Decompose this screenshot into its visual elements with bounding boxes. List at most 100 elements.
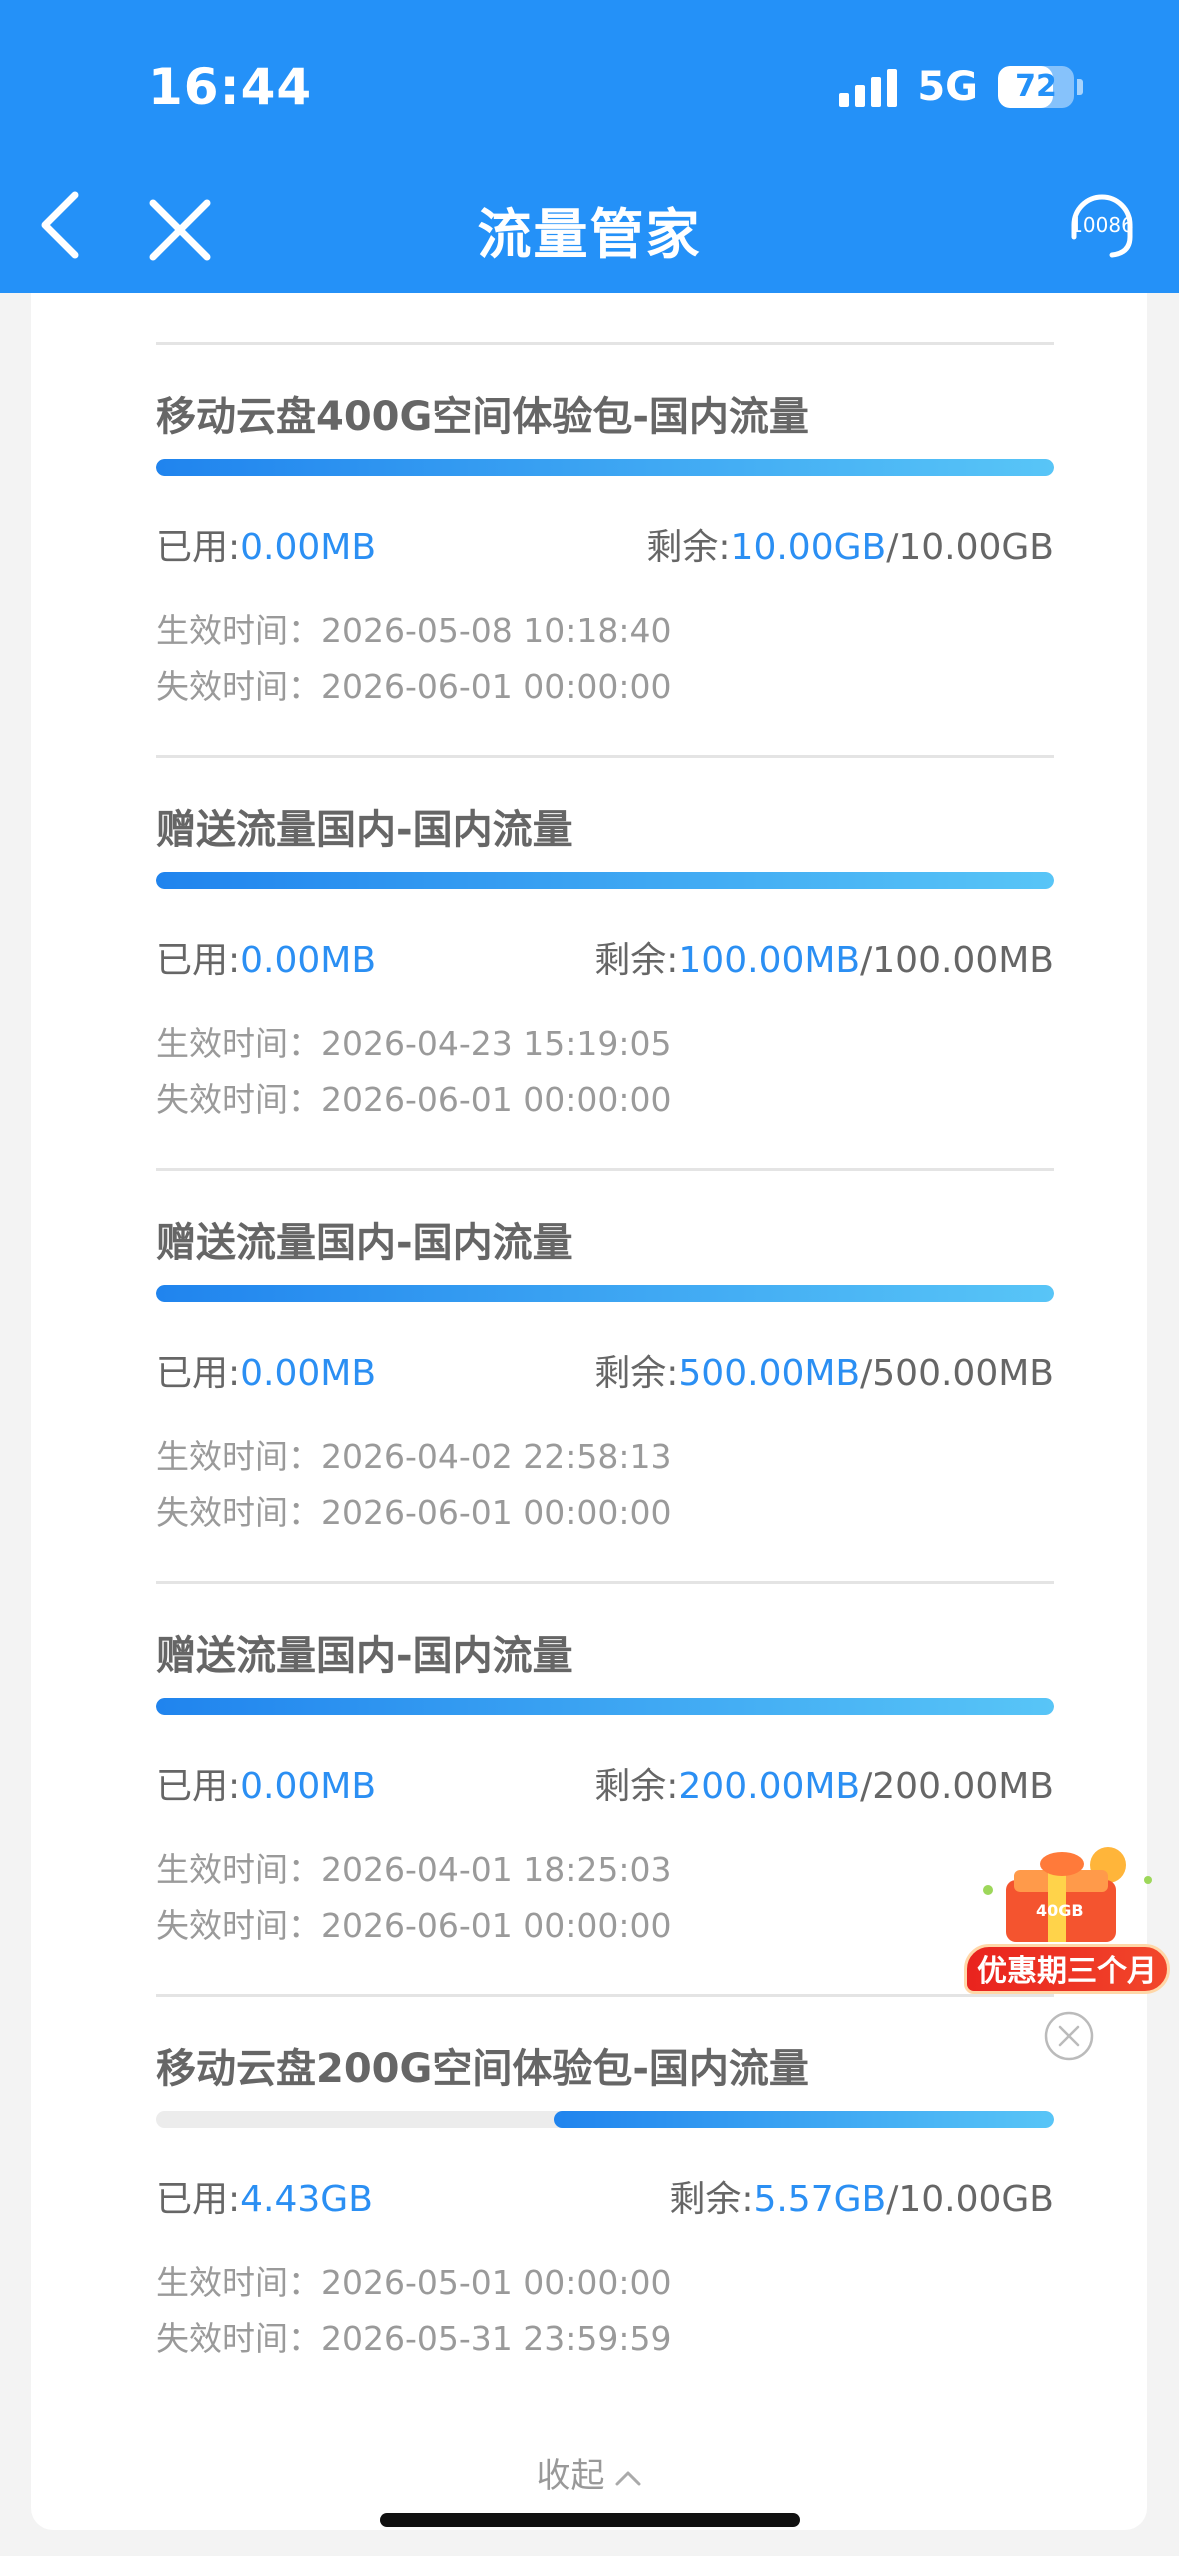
used-amount: 已用:0.00MB — [156, 518, 376, 570]
battery-level: 72 — [1015, 69, 1057, 104]
expire-label: 失效时间： — [156, 1080, 321, 1119]
remaining-value: 10.00GB — [730, 527, 887, 568]
used-value: 0.00MB — [240, 1353, 377, 1394]
usage-progress-bar — [156, 872, 1054, 889]
usage-row: 已用:0.00MB 剩余:10.00GB/10.00GB — [156, 518, 1054, 568]
usage-row: 已用:0.00MB 剩余:100.00MB/100.00MB — [156, 931, 1054, 981]
promo-close-icon[interactable] — [1043, 2010, 1095, 2062]
gift-box-icon: 40GB — [983, 1847, 1152, 1942]
effective-time: 生效时间：2026-05-08 10:18:40 — [156, 604, 671, 652]
effective-time: 生效时间：2026-05-01 00:00:00 — [156, 2256, 671, 2304]
usage-row: 已用:0.00MB 剩余:200.00MB/200.00MB — [156, 1757, 1054, 1807]
effective-value: 2026-05-08 10:18:40 — [321, 611, 672, 650]
used-amount: 已用:0.00MB — [156, 1344, 376, 1396]
total-value: /100.00MB — [860, 940, 1054, 981]
package-item: 赠送流量国内-国内流量 已用:0.00MB 剩余:200.00MB/200.00… — [156, 1581, 1054, 1994]
package-name: 赠送流量国内-国内流量 — [156, 1633, 573, 1679]
expire-value: 2026-05-31 23:59:59 — [321, 2319, 672, 2358]
total-value: /200.00MB — [860, 1766, 1054, 1807]
effective-value: 2026-04-23 15:19:05 — [321, 1024, 672, 1063]
usage-progress-fill — [156, 1285, 1054, 1302]
usage-progress-fill — [553, 2111, 1054, 2128]
usage-row: 已用:4.43GB 剩余:5.57GB/10.00GB — [156, 2170, 1054, 2220]
expire-time: 失效时间：2026-06-01 00:00:00 — [156, 1073, 671, 1121]
used-amount: 已用:0.00MB — [156, 1757, 376, 1809]
expire-value: 2026-06-01 00:00:00 — [321, 667, 672, 706]
collapse-label: 收起 — [536, 2456, 605, 2496]
expire-time: 失效时间：2026-06-01 00:00:00 — [156, 1899, 671, 1947]
home-indicator — [380, 2513, 800, 2527]
effective-label: 生效时间： — [156, 611, 321, 650]
status-indicators: 5G 72 — [839, 64, 1083, 110]
remaining-amount: 剩余:5.57GB/10.00GB — [669, 2170, 1054, 2222]
gift-label: 40GB — [1036, 1901, 1084, 1920]
promo-floating-badge[interactable]: 40GB 优惠期三个月 — [958, 1840, 1174, 1996]
app-header: 16:44 5G 72 流量管家 10086 — [0, 0, 1179, 293]
chevron-up-icon — [615, 2471, 640, 2485]
used-label: 已用: — [156, 527, 241, 568]
used-value: 0.00MB — [240, 1766, 377, 1807]
remaining-amount: 剩余:500.00MB/500.00MB — [594, 1344, 1054, 1396]
effective-value: 2026-05-01 00:00:00 — [321, 2263, 672, 2302]
package-item: 移动云盘400G空间体验包-国内流量 已用:0.00MB 剩余:10.00GB/… — [156, 342, 1054, 755]
service-number: 10086 — [1070, 213, 1134, 237]
remaining-value: 500.00MB — [678, 1353, 861, 1394]
collapse-button[interactable]: 收起 — [0, 2448, 1179, 2497]
package-name: 赠送流量国内-国内流量 — [156, 807, 573, 853]
usage-progress-fill — [156, 1698, 1054, 1715]
used-value: 0.00MB — [240, 940, 377, 981]
total-value: /500.00MB — [860, 1353, 1054, 1394]
expire-time: 失效时间：2026-06-01 00:00:00 — [156, 1486, 671, 1534]
remaining-label: 剩余: — [594, 1766, 679, 1807]
package-name: 赠送流量国内-国内流量 — [156, 1220, 573, 1266]
expire-label: 失效时间： — [156, 2319, 321, 2358]
battery-tip — [1077, 79, 1083, 95]
page-title: 流量管家 — [477, 203, 702, 266]
expire-value: 2026-06-01 00:00:00 — [321, 1493, 672, 1532]
remaining-value: 100.00MB — [678, 940, 861, 981]
network-type: 5G — [917, 64, 978, 110]
effective-label: 生效时间： — [156, 1437, 321, 1476]
expire-label: 失效时间： — [156, 1906, 321, 1945]
used-label: 已用: — [156, 1353, 241, 1394]
used-label: 已用: — [156, 2179, 241, 2220]
used-label: 已用: — [156, 1766, 241, 1807]
expire-value: 2026-06-01 00:00:00 — [321, 1906, 672, 1945]
remaining-amount: 剩余:100.00MB/100.00MB — [594, 931, 1054, 983]
effective-value: 2026-04-01 18:25:03 — [321, 1850, 672, 1889]
total-value: /10.00GB — [886, 527, 1054, 568]
expire-value: 2026-06-01 00:00:00 — [321, 1080, 672, 1119]
package-item: 赠送流量国内-国内流量 已用:0.00MB 剩余:100.00MB/100.00… — [156, 755, 1054, 1168]
remaining-value: 200.00MB — [678, 1766, 861, 1807]
remaining-label: 剩余: — [594, 1353, 679, 1394]
used-amount: 已用:4.43GB — [156, 2170, 373, 2222]
usage-progress-bar — [156, 459, 1054, 476]
remaining-amount: 剩余:10.00GB/10.00GB — [646, 518, 1054, 570]
total-value: /10.00GB — [886, 2179, 1054, 2220]
signal-icon — [839, 67, 898, 107]
usage-row: 已用:0.00MB 剩余:500.00MB/500.00MB — [156, 1344, 1054, 1394]
remaining-amount: 剩余:200.00MB/200.00MB — [594, 1757, 1054, 1809]
usage-progress-bar — [156, 1285, 1054, 1302]
remaining-label: 剩余: — [646, 527, 731, 568]
effective-label: 生效时间： — [156, 1024, 321, 1063]
effective-time: 生效时间：2026-04-23 15:19:05 — [156, 1017, 671, 1065]
used-value: 0.00MB — [240, 527, 377, 568]
expire-label: 失效时间： — [156, 1493, 321, 1532]
customer-service-icon[interactable]: 10086 — [1060, 185, 1144, 269]
effective-time: 生效时间：2026-04-01 18:25:03 — [156, 1843, 671, 1891]
remaining-label: 剩余: — [594, 940, 679, 981]
usage-progress-bar — [156, 2111, 1054, 2128]
used-amount: 已用:0.00MB — [156, 931, 376, 983]
expire-label: 失效时间： — [156, 667, 321, 706]
effective-label: 生效时间： — [156, 1850, 321, 1889]
effective-time: 生效时间：2026-04-02 22:58:13 — [156, 1430, 671, 1478]
usage-progress-fill — [156, 459, 1054, 476]
usage-progress-fill — [156, 872, 1054, 889]
remaining-value: 5.57GB — [753, 2179, 887, 2220]
expire-time: 失效时间：2026-05-31 23:59:59 — [156, 2312, 671, 2360]
effective-label: 生效时间： — [156, 2263, 321, 2302]
package-item: 移动云盘200G空间体验包-国内流量 已用:4.43GB 剩余:5.57GB/1… — [156, 1994, 1054, 2407]
usage-progress-bar — [156, 1698, 1054, 1715]
used-value: 4.43GB — [240, 2179, 373, 2220]
